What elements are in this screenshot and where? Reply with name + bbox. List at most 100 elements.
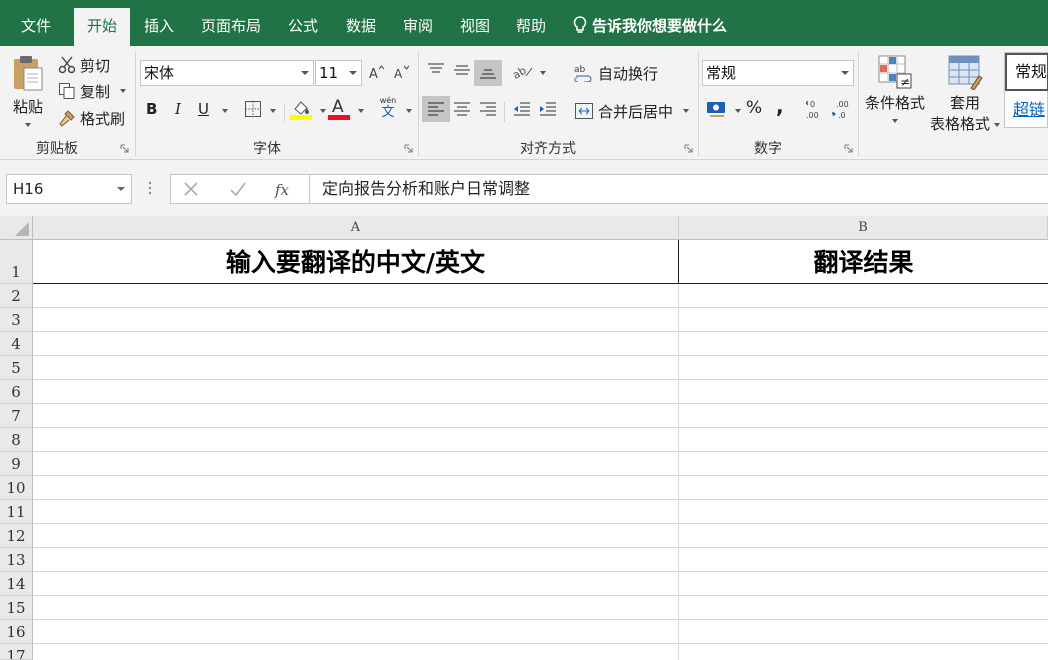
- paste-button[interactable]: 粘贴: [8, 54, 48, 130]
- grid-cell[interactable]: [33, 332, 679, 356]
- tell-me-search[interactable]: 告诉我你想要做什么: [572, 8, 727, 46]
- insert-function-icon[interactable]: fx: [273, 179, 293, 199]
- increase-decimal-icon[interactable]: 0.00: [806, 98, 826, 120]
- row-header-6[interactable]: 6: [0, 380, 33, 404]
- underline-button[interactable]: U: [198, 100, 209, 118]
- phonetic-guide-button[interactable]: wén 文: [378, 96, 398, 119]
- dialog-launcher-icon[interactable]: [684, 144, 693, 153]
- decrease-font-size-icon[interactable]: A: [393, 64, 409, 80]
- tab-page-layout[interactable]: 页面布局: [190, 8, 272, 46]
- font-size-combo[interactable]: 11: [315, 60, 362, 86]
- grid-cell[interactable]: [679, 548, 1048, 572]
- font-color-dropdown-icon[interactable]: [358, 109, 364, 113]
- increase-font-size-icon[interactable]: A: [368, 64, 384, 80]
- row-header-10[interactable]: 10: [0, 476, 33, 500]
- select-all-corner[interactable]: [0, 216, 33, 240]
- font-color-icon[interactable]: A: [328, 96, 350, 120]
- enter-check-icon[interactable]: [229, 181, 247, 197]
- row-header-14[interactable]: 14: [0, 572, 33, 596]
- row-header-11[interactable]: 11: [0, 500, 33, 524]
- tab-home[interactable]: 开始: [74, 8, 130, 46]
- dialog-launcher-icon[interactable]: [844, 144, 853, 153]
- grid-cell[interactable]: [33, 404, 679, 428]
- row-header-2[interactable]: 2: [0, 284, 33, 308]
- fill-color-icon[interactable]: [290, 98, 314, 120]
- grid-cell[interactable]: [679, 620, 1048, 644]
- cell-a1[interactable]: 输入要翻译的中文/英文: [33, 240, 679, 284]
- row-header-1[interactable]: 1: [0, 240, 33, 284]
- align-right-icon[interactable]: [478, 101, 498, 117]
- grid-cell[interactable]: [33, 308, 679, 332]
- grid-cell[interactable]: [33, 356, 679, 380]
- row-header-16[interactable]: 16: [0, 620, 33, 644]
- formula-bar-resize-handle-icon[interactable]: [146, 180, 154, 196]
- formula-input[interactable]: 定向报告分析和账户日常调整: [309, 174, 1048, 204]
- grid-cell[interactable]: [33, 620, 679, 644]
- row-header-17[interactable]: 17: [0, 644, 33, 660]
- grid-cell[interactable]: [33, 548, 679, 572]
- column-header-a[interactable]: A: [33, 216, 679, 240]
- grid-cell[interactable]: [679, 308, 1048, 332]
- tab-file[interactable]: 文件: [8, 8, 64, 46]
- row-header-7[interactable]: 7: [0, 404, 33, 428]
- grid-cell[interactable]: [679, 380, 1048, 404]
- grid-cell[interactable]: [33, 476, 679, 500]
- grid-cell[interactable]: [33, 524, 679, 548]
- cancel-icon[interactable]: [183, 181, 199, 197]
- underline-dropdown-icon[interactable]: [222, 109, 228, 113]
- format-as-table-button[interactable]: 套用 表格格式: [928, 54, 1002, 134]
- grid-cell[interactable]: [679, 284, 1048, 308]
- grid-cell[interactable]: [679, 524, 1048, 548]
- orientation-icon[interactable]: ab: [512, 62, 534, 80]
- grid-cell[interactable]: [679, 428, 1048, 452]
- grid-cell[interactable]: [33, 500, 679, 524]
- copy-button[interactable]: 复制: [58, 80, 127, 102]
- align-top-icon[interactable]: [426, 62, 446, 78]
- row-header-4[interactable]: 4: [0, 332, 33, 356]
- tab-help[interactable]: 帮助: [504, 8, 558, 46]
- grid-cell[interactable]: [679, 476, 1048, 500]
- grid-cell[interactable]: [33, 428, 679, 452]
- grid-cell[interactable]: [679, 452, 1048, 476]
- format-painter-button[interactable]: 格式刷: [58, 107, 125, 129]
- tab-data[interactable]: 数据: [334, 8, 388, 46]
- grid-cell[interactable]: [679, 404, 1048, 428]
- row-header-15[interactable]: 15: [0, 596, 33, 620]
- copy-dropdown-icon[interactable]: [120, 89, 127, 93]
- align-middle-icon[interactable]: [452, 62, 472, 78]
- italic-button[interactable]: I: [175, 100, 181, 118]
- percent-style-button[interactable]: %: [746, 98, 762, 118]
- dialog-launcher-icon[interactable]: [404, 144, 413, 153]
- conditional-formatting-button[interactable]: ≠ 条件格式: [862, 54, 928, 134]
- grid-cell[interactable]: [679, 356, 1048, 380]
- cell-b1[interactable]: 翻译结果: [679, 240, 1048, 284]
- grid-cell[interactable]: [679, 500, 1048, 524]
- merge-center-button[interactable]: 合并后居中: [574, 100, 690, 122]
- style-hyperlink[interactable]: 超链: [1005, 93, 1048, 127]
- row-header-9[interactable]: 9: [0, 452, 33, 476]
- decrease-decimal-icon[interactable]: .00.0: [832, 98, 852, 120]
- cut-button[interactable]: 剪切: [58, 54, 110, 76]
- conditional-dropdown-icon[interactable]: [892, 119, 898, 123]
- column-header-b[interactable]: B: [679, 216, 1048, 240]
- font-name-combo[interactable]: 宋体: [140, 60, 314, 86]
- grid-cell[interactable]: [679, 644, 1048, 660]
- number-format-combo[interactable]: 常规: [702, 60, 854, 86]
- paste-dropdown-icon[interactable]: [25, 123, 31, 127]
- borders-dropdown-icon[interactable]: [270, 109, 276, 113]
- phonetic-dropdown-icon[interactable]: [406, 109, 412, 113]
- grid-cell[interactable]: [33, 380, 679, 404]
- grid-cell[interactable]: [33, 572, 679, 596]
- tab-review[interactable]: 审阅: [391, 8, 445, 46]
- accounting-format-icon[interactable]: [706, 100, 728, 118]
- borders-icon[interactable]: [244, 100, 262, 118]
- row-header-8[interactable]: 8: [0, 428, 33, 452]
- bold-button[interactable]: B: [146, 100, 157, 118]
- grid-cell[interactable]: [679, 332, 1048, 356]
- row-header-3[interactable]: 3: [0, 308, 33, 332]
- tab-insert[interactable]: 插入: [132, 8, 186, 46]
- row-header-5[interactable]: 5: [0, 356, 33, 380]
- grid-cell[interactable]: [679, 572, 1048, 596]
- grid-cell[interactable]: [33, 452, 679, 476]
- tab-view[interactable]: 视图: [448, 8, 502, 46]
